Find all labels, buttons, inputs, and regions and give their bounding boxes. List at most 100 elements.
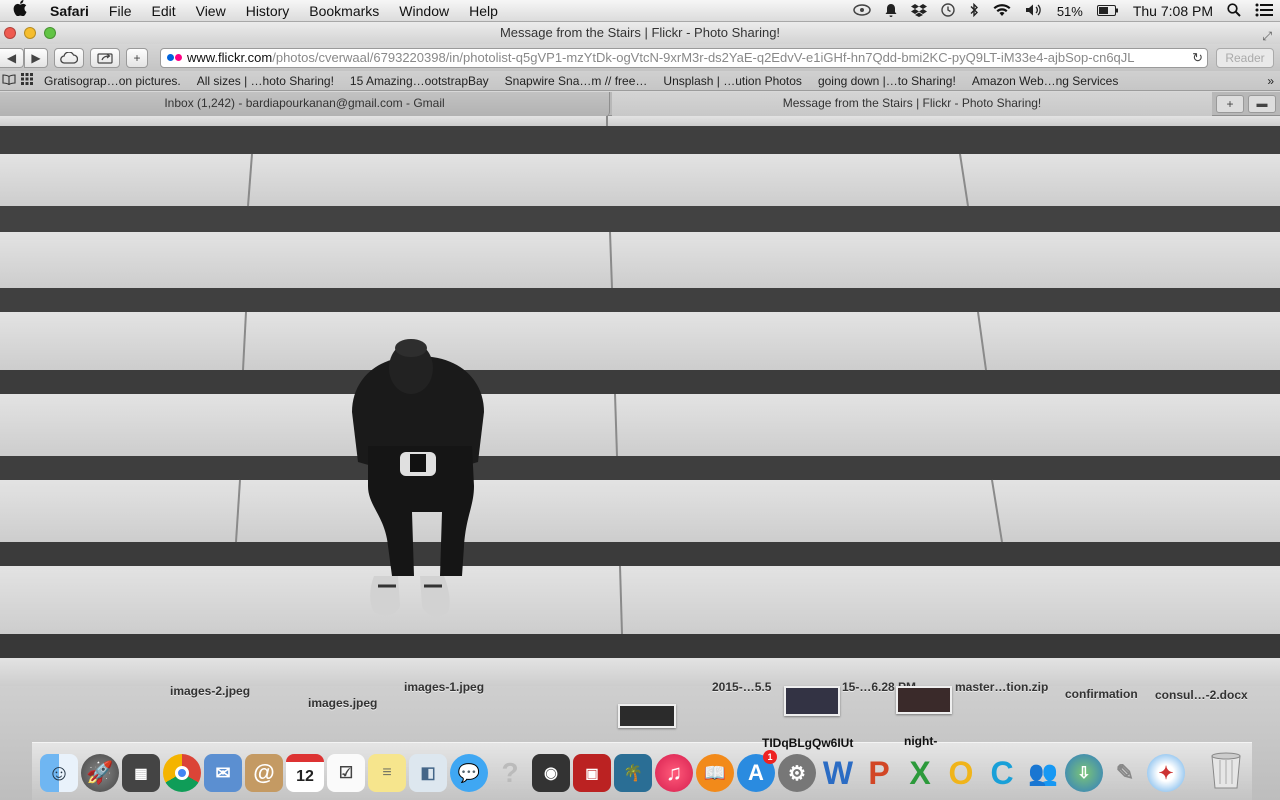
bookmark-amazon-web-services[interactable]: Amazon Web…ng Services — [964, 74, 1127, 88]
clock[interactable]: Thu 7:08 PM — [1126, 3, 1220, 19]
bookmark-going-down[interactable]: going down |…to Sharing! — [810, 74, 964, 88]
plus-icon: + — [133, 50, 141, 65]
desktop-file[interactable]: master…tion.zip — [955, 680, 1048, 694]
calendar-icon[interactable]: 12 — [286, 754, 324, 792]
apple-menu-icon[interactable] — [0, 0, 40, 21]
reader-button[interactable]: Reader — [1216, 48, 1274, 68]
menu-view[interactable]: View — [186, 3, 236, 19]
calendar-day: 12 — [296, 768, 314, 785]
launchpad-icon[interactable]: 🚀 — [81, 754, 119, 792]
top-sites-grid-icon[interactable] — [18, 73, 36, 88]
spotlight-search-icon[interactable] — [1220, 2, 1248, 20]
contacts-icon[interactable]: @ — [245, 754, 283, 792]
bookmarks-bar: Gratisograp…on pictures. All sizes | …ho… — [0, 71, 1280, 91]
dock-file-label: night- — [904, 734, 938, 748]
add-bookmark-button[interactable]: + — [126, 47, 148, 68]
notification-center-icon[interactable] — [1248, 3, 1280, 20]
chrome-icon[interactable] — [163, 754, 201, 792]
forward-arrow-icon: ▶ — [31, 50, 41, 65]
mail-icon[interactable]: ✉ — [204, 754, 242, 792]
share-icon — [97, 53, 113, 64]
reminders-icon[interactable]: ☑ — [327, 754, 365, 792]
remote-icon[interactable]: ✎ — [1106, 754, 1144, 792]
address-bar[interactable]: www.flickr.com/photos/cverwaal/679322039… — [160, 48, 1208, 68]
bookmark-unsplash[interactable]: Unsplash | …ution Photos — [655, 74, 810, 88]
bookmark-gratisography[interactable]: Gratisograp…on pictures. — [36, 74, 189, 88]
share-button[interactable] — [90, 47, 120, 68]
creative-cloud-icon[interactable] — [846, 3, 878, 19]
desktop-thumbnail[interactable] — [784, 686, 840, 716]
trash-icon[interactable] — [1208, 750, 1244, 790]
bluetooth-icon[interactable] — [962, 2, 986, 20]
bookmark-snapwire[interactable]: Snapwire Sna…m // free… — [497, 74, 656, 88]
ibooks-icon[interactable]: 📖 — [696, 754, 734, 792]
stairs-photo-image — [0, 116, 1280, 686]
preview-icon[interactable]: ◧ — [409, 754, 447, 792]
window-title: Message from the Stairs | Flickr - Photo… — [499, 25, 781, 40]
photo-icon[interactable]: ▣ — [573, 754, 611, 792]
desktop-file[interactable]: images-2.jpeg — [170, 684, 250, 698]
desktop-file[interactable]: 2015-…5.5 — [712, 680, 771, 694]
menu-bookmarks[interactable]: Bookmarks — [299, 3, 389, 19]
menu-file[interactable]: File — [99, 3, 142, 19]
tab-overview-button[interactable]: ▬ — [1248, 95, 1276, 113]
desktop-thumbnail[interactable] — [618, 704, 676, 728]
flickr-favicon-icon — [167, 54, 182, 61]
menu-window[interactable]: Window — [389, 3, 459, 19]
itunes-icon[interactable]: ♫ — [655, 754, 693, 792]
back-button[interactable]: ◀ — [0, 47, 24, 68]
reading-list-icon[interactable] — [0, 73, 18, 88]
safari-icon[interactable]: ✦ — [1147, 754, 1185, 792]
menu-history[interactable]: History — [236, 3, 300, 19]
close-window-button[interactable] — [4, 27, 16, 39]
dropbox-icon[interactable] — [904, 3, 934, 20]
tab-gmail[interactable]: Inbox (1,242) - bardiapourkanan@gmail.co… — [0, 92, 610, 116]
desktop-file[interactable]: consul…-2.docx — [1155, 688, 1248, 702]
finder-icon[interactable]: ☺ — [40, 754, 78, 792]
more-bookmarks-chevron-icon[interactable]: » — [1267, 74, 1274, 88]
notes-icon[interactable]: ≡ — [368, 754, 406, 792]
battery-percent[interactable]: 51% — [1050, 4, 1090, 19]
network-icon[interactable]: ⇩ — [1065, 754, 1103, 792]
bookmark-all-sizes[interactable]: All sizes | …hoto Sharing! — [189, 74, 342, 88]
desktop-file[interactable]: images-1.jpeg — [404, 680, 484, 694]
iphoto-icon[interactable]: 🌴 — [614, 754, 652, 792]
time-machine-icon[interactable] — [934, 2, 962, 20]
menu-app-name[interactable]: Safari — [40, 3, 99, 19]
new-tab-button[interactable]: + — [1216, 95, 1244, 113]
battery-icon[interactable] — [1090, 4, 1126, 19]
url-host: www.flickr.com — [187, 50, 273, 65]
wifi-icon[interactable] — [986, 3, 1018, 20]
c-icon[interactable]: C — [983, 754, 1021, 792]
desktop-thumbnail[interactable] — [896, 686, 952, 714]
powerpoint-icon[interactable]: P — [860, 754, 898, 792]
tab-flickr[interactable]: Message from the Stairs | Flickr - Photo… — [612, 92, 1212, 116]
word-icon[interactable]: W — [819, 754, 857, 792]
reload-icon[interactable]: ↻ — [1188, 49, 1203, 67]
desktop-file[interactable]: images.jpeg — [308, 696, 377, 710]
messenger-icon[interactable]: 👥 — [1024, 754, 1062, 792]
flickr-photo[interactable] — [0, 116, 1280, 686]
icloud-tabs-button[interactable] — [54, 47, 84, 68]
flickr-pink-dot — [175, 54, 182, 61]
help-icon[interactable]: ? — [491, 754, 529, 792]
bookmark-bootstrapbay[interactable]: 15 Amazing…ootstrapBay — [342, 74, 497, 88]
menu-edit[interactable]: Edit — [141, 3, 185, 19]
desktop-file[interactable]: confirmation — [1065, 687, 1138, 701]
dock-apps: ☺ 🚀 ▦ ✉ @ 12 ☑ ≡ ◧ 💬 ? ◉ ▣ 🌴 ♫ 📖 A 1 ⚙ W… — [40, 748, 1185, 792]
zoom-window-button[interactable] — [44, 27, 56, 39]
system-preferences-icon[interactable]: ⚙ — [778, 754, 816, 792]
plus-icon: + — [1226, 97, 1234, 111]
menu-help[interactable]: Help — [459, 3, 508, 19]
minimize-window-button[interactable] — [24, 27, 36, 39]
volume-icon[interactable] — [1018, 3, 1050, 20]
outlook-icon[interactable]: O — [942, 754, 980, 792]
facetime-icon[interactable]: ◉ — [532, 754, 570, 792]
notifications-bell-icon[interactable] — [878, 3, 904, 20]
messages-icon[interactable]: 💬 — [450, 754, 488, 792]
excel-icon[interactable]: X — [901, 754, 939, 792]
forward-button[interactable]: ▶ — [24, 47, 48, 68]
photo-booth-icon[interactable]: ▦ — [122, 754, 160, 792]
app-store-icon[interactable]: A 1 — [737, 750, 777, 792]
back-arrow-icon: ◀ — [6, 50, 17, 65]
